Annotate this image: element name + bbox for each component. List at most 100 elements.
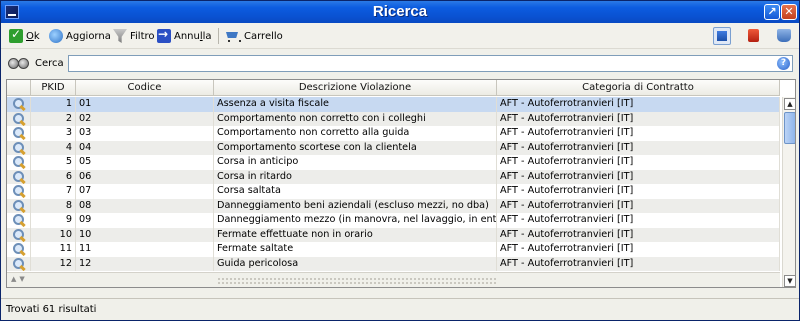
cell-codice: 05 xyxy=(76,155,214,170)
magnifier-icon[interactable] xyxy=(12,228,25,242)
toolbar: Ok Aggiorna Filtro Annulla Carrello xyxy=(1,23,799,49)
magnifier-icon[interactable] xyxy=(12,127,25,140)
undo-button[interactable]: Annulla xyxy=(157,27,212,44)
cell-categoria: AFT - Autoferrotranvieri [IT] xyxy=(497,256,780,271)
row-icon-cell[interactable] xyxy=(7,213,31,228)
row-icon-cell[interactable] xyxy=(7,97,31,112)
table-row[interactable]: 1 01 Assenza a visita fiscale AFT - Autofer… xyxy=(7,97,780,112)
row-icon-cell[interactable] xyxy=(7,227,31,242)
cell-pkid: 12 xyxy=(31,256,76,271)
cell-pkid: 5 xyxy=(31,155,76,170)
magnifier-icon[interactable] xyxy=(12,199,25,213)
help-icon[interactable]: ? xyxy=(777,57,790,70)
header-categoria[interactable]: Categoria di Contratto xyxy=(497,80,780,96)
table-row[interactable]: 6 06 Corsa in ritardo AFT - Autoferrotranvi… xyxy=(7,169,780,184)
row-icon-cell[interactable] xyxy=(7,169,31,184)
cell-codice: 06 xyxy=(76,169,214,184)
scroll-down-icon[interactable]: ▼ xyxy=(784,275,795,287)
cell-pkid: 9 xyxy=(31,213,76,228)
search-window: Ricerca ↗ ✕ Ok Aggiorna Filtro Annulla C… xyxy=(0,0,800,321)
row-icon-cell[interactable] xyxy=(7,242,31,257)
cell-descrizione: Assenza a visita fiscale xyxy=(214,97,497,112)
cell-descrizione: Corsa in anticipo xyxy=(214,155,497,170)
binoculars-icon xyxy=(8,58,29,69)
header-descrizione[interactable]: Descrizione Violazione xyxy=(214,80,497,96)
filter-button[interactable]: Filtro xyxy=(113,28,155,44)
cell-categoria: AFT - Autoferrotranvieri [IT] xyxy=(497,213,780,228)
row-icon-cell[interactable] xyxy=(7,256,31,271)
cell-codice: 03 xyxy=(76,126,214,141)
row-icon-cell[interactable] xyxy=(7,184,31,199)
magnifier-icon[interactable] xyxy=(12,156,25,169)
table-row[interactable]: 8 08 Danneggiamento beni aziendali (esclus… xyxy=(7,198,780,213)
row-icon-cell[interactable] xyxy=(7,126,31,141)
magnifier-icon[interactable] xyxy=(12,257,25,271)
table-row[interactable]: 2 02 Comportamento non corretto con i coll… xyxy=(7,111,780,126)
table-row[interactable]: 12 12 Guida pericolosa AFT - Autoferrotranv… xyxy=(7,256,780,271)
ok-button[interactable]: Ok xyxy=(9,27,40,44)
cell-descrizione: Guida pericolosa xyxy=(214,256,497,271)
search-input[interactable] xyxy=(68,55,793,72)
cell-descrizione: Corsa saltata xyxy=(214,184,497,199)
undo-label: Annulla xyxy=(174,30,212,42)
row-icon-cell[interactable] xyxy=(7,111,31,126)
cell-codice: 01 xyxy=(76,97,214,112)
vertical-scrollbar[interactable]: ▲ ▼ xyxy=(782,97,795,287)
refresh-button[interactable]: Aggiorna xyxy=(49,28,111,44)
cell-categoria: AFT - Autoferrotranvieri [IT] xyxy=(497,227,780,242)
cell-codice: 09 xyxy=(76,213,214,228)
cell-codice: 10 xyxy=(76,227,214,242)
scroll-thumb[interactable] xyxy=(784,112,795,144)
header-codice[interactable]: Codice xyxy=(76,80,214,96)
export-icon[interactable] xyxy=(745,27,763,45)
table-row[interactable]: 5 05 Corsa in anticipo AFT - Autoferrotranv… xyxy=(7,155,780,170)
magnifier-icon[interactable] xyxy=(12,170,25,184)
settings-icon[interactable] xyxy=(775,27,793,45)
magnifier-icon[interactable] xyxy=(12,243,25,256)
scroll-track[interactable] xyxy=(217,277,497,284)
magnifier-icon[interactable] xyxy=(12,112,25,126)
refresh-icon xyxy=(49,29,63,43)
magnifier-icon[interactable] xyxy=(12,214,25,227)
row-icon-cell[interactable] xyxy=(7,155,31,170)
cell-codice: 12 xyxy=(76,256,214,271)
cart-button[interactable]: Carrello xyxy=(225,28,283,44)
table-row[interactable]: 11 11 Fermate saltate AFT - Autoferrotranvi… xyxy=(7,242,780,257)
magnifier-icon[interactable] xyxy=(12,185,25,198)
cell-pkid: 3 xyxy=(31,126,76,141)
magnifier-icon[interactable] xyxy=(12,141,25,155)
cell-descrizione: Comportamento non corretto con i collegh… xyxy=(214,111,497,126)
table-row[interactable]: 10 10 Fermate effettuate non in orario AFT … xyxy=(7,227,780,242)
cell-pkid: 7 xyxy=(31,184,76,199)
cell-categoria: AFT - Autoferrotranvieri [IT] xyxy=(497,155,780,170)
filter-label: Filtro xyxy=(130,30,155,42)
refresh-label: Aggiorna xyxy=(66,30,111,42)
search-label: Cerca xyxy=(35,58,64,69)
cell-categoria: AFT - Autoferrotranvieri [IT] xyxy=(497,126,780,141)
cell-descrizione: Comportamento scortese con la clientela xyxy=(214,140,497,155)
cell-categoria: AFT - Autoferrotranvieri [IT] xyxy=(497,97,780,112)
cell-categoria: AFT - Autoferrotranvieri [IT] xyxy=(497,169,780,184)
row-icon-cell[interactable] xyxy=(7,198,31,213)
scroll-left-right-icon[interactable]: ▲▼ xyxy=(11,275,28,283)
results-table: PKID Codice Descrizione Violazione Categ… xyxy=(6,79,796,288)
magnifier-icon[interactable] xyxy=(12,98,25,111)
restore-button[interactable]: ↗ xyxy=(764,4,780,20)
title-bar: Ricerca ↗ ✕ xyxy=(1,1,799,23)
ok-label: Ok xyxy=(26,30,40,42)
horizontal-scrollbar[interactable]: ▲▼ xyxy=(7,272,780,287)
table-body: 1 01 Assenza a visita fiscale AFT - Autofer… xyxy=(7,97,780,272)
cell-pkid: 6 xyxy=(31,169,76,184)
grid-view-icon[interactable] xyxy=(713,27,731,45)
table-row[interactable]: 7 07 Corsa saltata AFT - Autoferrotranvieri… xyxy=(7,184,780,199)
table-row[interactable]: 3 03 Comportamento non corretto alla guida… xyxy=(7,126,780,141)
toolbar-separator xyxy=(218,28,219,44)
cell-pkid: 10 xyxy=(31,227,76,242)
row-icon-cell[interactable] xyxy=(7,140,31,155)
table-row[interactable]: 4 04 Comportamento scortese con la cliente… xyxy=(7,140,780,155)
scroll-up-icon[interactable]: ▲ xyxy=(784,98,795,110)
close-button[interactable]: ✕ xyxy=(781,4,797,20)
table-row[interactable]: 9 09 Danneggiamento mezzo (in manovra, nel… xyxy=(7,213,780,228)
cell-descrizione: Danneggiamento mezzo (in manovra, nel la… xyxy=(214,213,497,228)
header-pkid[interactable]: PKID xyxy=(31,80,76,96)
